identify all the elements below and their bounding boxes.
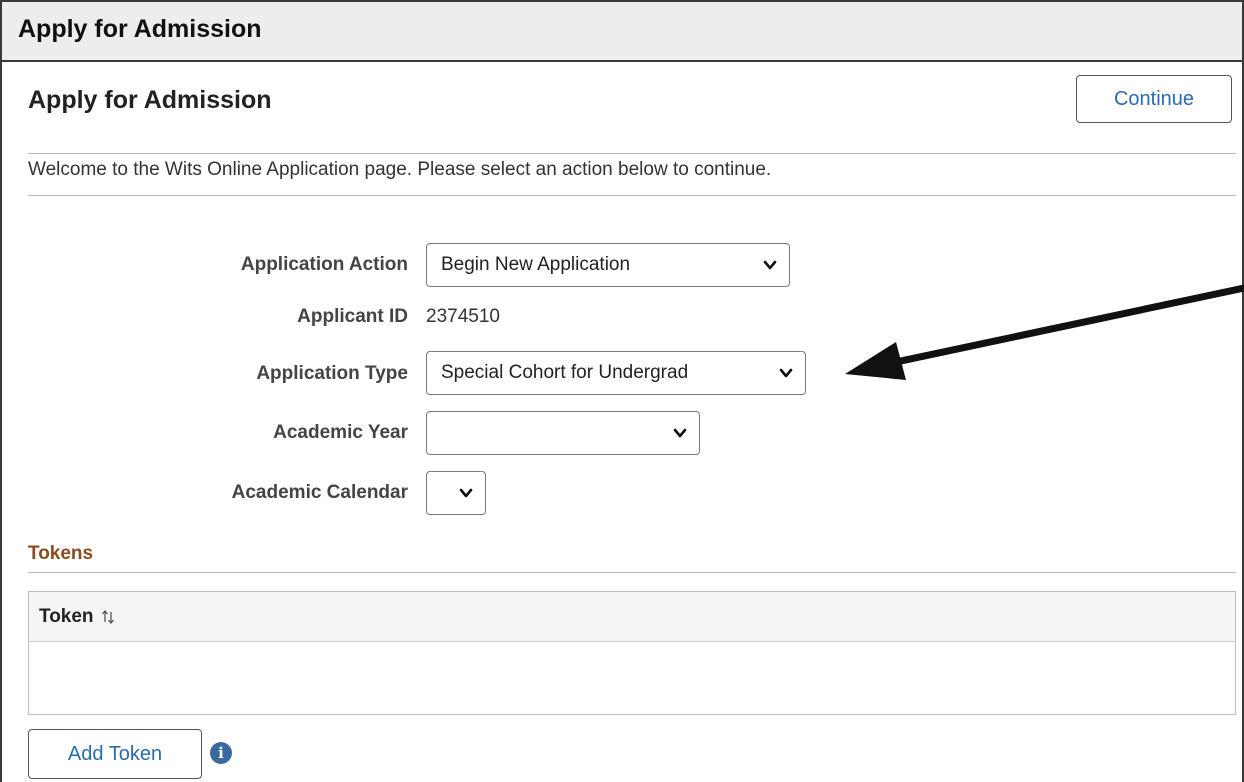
sort-icon[interactable]	[101, 609, 115, 625]
tokens-heading: Tokens	[28, 543, 94, 564]
academic-calendar-select[interactable]	[426, 471, 486, 515]
chevron-down-icon	[673, 428, 687, 438]
welcome-text: Welcome to the Wits Online Application p…	[28, 159, 772, 180]
applicant-id-value: 2374510	[426, 306, 500, 327]
application-type-label: Application Type	[256, 363, 408, 384]
divider	[28, 572, 1236, 573]
add-token-button[interactable]: Add Token	[28, 729, 202, 779]
application-action-select[interactable]: Begin New Application	[426, 243, 790, 287]
academic-year-label: Academic Year	[273, 422, 408, 443]
academic-year-select[interactable]	[426, 411, 700, 455]
window-title: Apply for Admission	[18, 15, 262, 43]
tokens-grid-header: Token	[29, 592, 1235, 642]
application-type-value: Special Cohort for Undergrad	[441, 362, 689, 383]
continue-button[interactable]: Continue	[1076, 75, 1232, 123]
chevron-down-icon	[459, 488, 473, 498]
title-bar: Apply for Admission	[0, 0, 1244, 62]
tokens-grid: Token	[28, 591, 1236, 715]
annotation-arrow	[845, 284, 1244, 380]
application-type-select[interactable]: Special Cohort for Undergrad	[426, 351, 806, 395]
chevron-down-icon	[763, 260, 777, 270]
divider	[28, 195, 1236, 196]
page-title: Apply for Admission	[28, 86, 272, 114]
application-action-value: Begin New Application	[441, 254, 631, 275]
academic-calendar-label: Academic Calendar	[231, 482, 408, 503]
chevron-down-icon	[779, 368, 793, 378]
info-icon[interactable]: i	[210, 742, 232, 764]
divider	[28, 153, 1236, 154]
token-column-header[interactable]: Token	[39, 606, 94, 628]
applicant-id-label: Applicant ID	[297, 306, 408, 327]
application-action-label: Application Action	[240, 254, 408, 275]
